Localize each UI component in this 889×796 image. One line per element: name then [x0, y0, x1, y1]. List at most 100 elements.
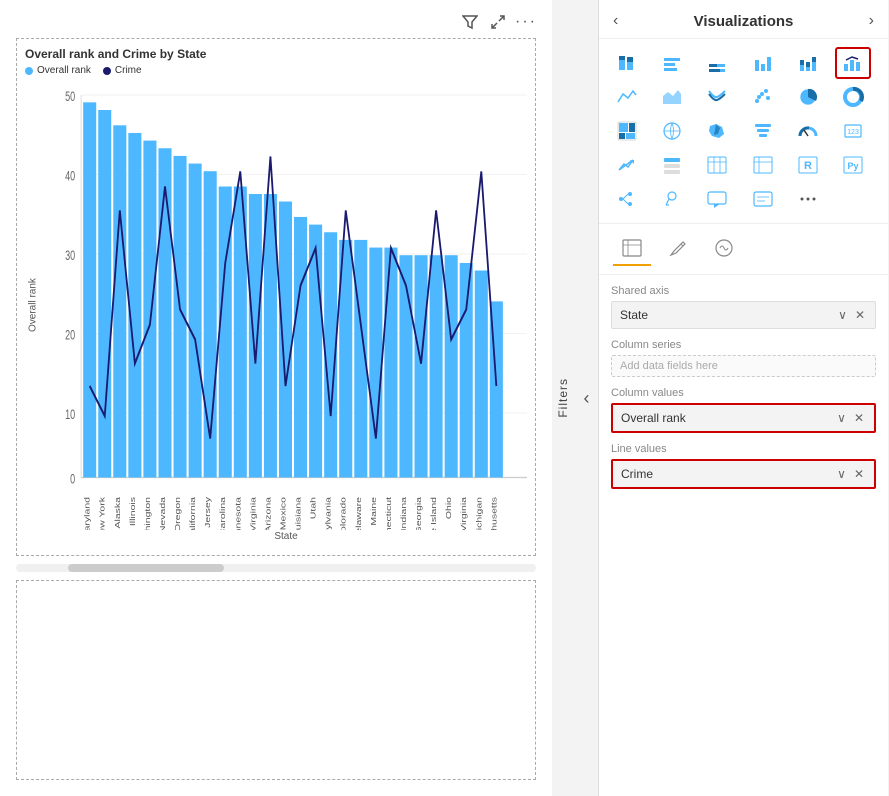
column-values-field[interactable]: Overall rank ∨ ✕	[611, 403, 876, 433]
viz-icon-r-visual[interactable]: R	[790, 149, 826, 181]
svg-text:Delaware: Delaware	[355, 497, 363, 530]
svg-text:40: 40	[65, 170, 75, 184]
tab-format[interactable]	[659, 232, 697, 266]
viz-icons-grid: 123 R Py	[599, 39, 888, 224]
expand-icon[interactable]	[488, 12, 508, 32]
svg-text:West Virginia: West Virginia	[460, 497, 468, 530]
viz-icon-filled-map[interactable]	[699, 115, 735, 147]
svg-text:South Carolina: South Carolina	[219, 497, 227, 530]
column-values-value: Overall rank	[621, 411, 686, 425]
viz-icon-area[interactable]	[654, 81, 690, 113]
x-axis-label: State	[45, 531, 527, 542]
tab-fields[interactable]	[613, 232, 651, 266]
viz-icon-stacked-column[interactable]	[790, 47, 826, 79]
line-values-chevron[interactable]: ∨	[835, 466, 848, 482]
dashed-section	[16, 580, 536, 780]
viz-icon-line[interactable]	[609, 81, 645, 113]
viz-icon-pie[interactable]	[790, 81, 826, 113]
viz-icon-combo-selected[interactable]	[835, 47, 871, 79]
viz-icon-ribbon[interactable]	[699, 81, 735, 113]
viz-icon-slicer[interactable]	[654, 149, 690, 181]
column-values-label: Column values	[611, 387, 876, 399]
chart-title: Overall rank and Crime by State	[25, 47, 527, 61]
svg-text:Rhode Island: Rhode Island	[430, 497, 438, 530]
svg-text:Massachusetts: Massachusetts	[490, 496, 498, 530]
column-values-chevron[interactable]: ∨	[835, 410, 848, 426]
viz-icon-donut[interactable]	[835, 81, 871, 113]
svg-text:Illinois: Illinois	[129, 496, 137, 526]
viz-icon-smart-narrative[interactable]	[745, 183, 781, 215]
chart-panel: ··· Overall rank and Crime by State Over…	[0, 0, 552, 796]
legend-item-overall-rank: Overall rank	[25, 65, 91, 76]
collapse-left-arrow[interactable]: ‹	[575, 0, 598, 796]
svg-text:New Jersey: New Jersey	[204, 496, 212, 530]
viz-icon-decomp-tree[interactable]	[609, 183, 645, 215]
svg-text:Georgia: Georgia	[415, 497, 423, 530]
more-options-icon[interactable]: ···	[516, 12, 536, 32]
viz-icon-treemap[interactable]	[609, 115, 645, 147]
tab-analytics[interactable]	[705, 232, 743, 266]
viz-icon-scatter[interactable]	[745, 81, 781, 113]
filters-panel: Filters	[552, 0, 575, 796]
line-values-field[interactable]: Crime ∨ ✕	[611, 459, 876, 489]
svg-text:Michigan: Michigan	[475, 497, 483, 530]
svg-text:New York: New York	[98, 496, 106, 530]
chart-svg: 50 40 30 20 10 0	[45, 80, 527, 530]
chart-inner: 50 40 30 20 10 0	[45, 80, 527, 530]
svg-text:Indiana: Indiana	[400, 497, 408, 530]
line-values-label: Line values	[611, 443, 876, 455]
bar-maryland	[83, 102, 96, 477]
svg-text:Alaska: Alaska	[114, 497, 122, 529]
svg-text:Oregon: Oregon	[174, 497, 182, 530]
svg-text:California: California	[189, 497, 197, 530]
viz-nav-left[interactable]: ‹	[613, 12, 618, 30]
viz-icon-key-influencers[interactable]	[654, 183, 690, 215]
svg-text:Louisiana: Louisiana	[294, 497, 302, 530]
viz-icon-more[interactable]	[790, 183, 826, 215]
viz-icon-stacked-bar[interactable]	[609, 47, 645, 79]
viz-fields-container: Shared axis State ∨ ✕ Column series Add …	[599, 275, 888, 796]
svg-text:Nevada: Nevada	[159, 497, 167, 530]
viz-icon-qa[interactable]	[699, 183, 735, 215]
shared-axis-chevron[interactable]: ∨	[836, 307, 849, 323]
viz-icon-bar[interactable]	[654, 47, 690, 79]
viz-icon-funnel[interactable]	[745, 115, 781, 147]
shared-axis-remove[interactable]: ✕	[853, 307, 867, 323]
svg-text:Maryland: Maryland	[83, 497, 91, 530]
column-series-placeholder[interactable]: Add data fields here	[611, 355, 876, 377]
viz-icon-python[interactable]: Py	[835, 149, 871, 181]
svg-text:50: 50	[65, 90, 75, 104]
y-axis-label: Overall rank	[25, 80, 41, 530]
legend-dot-crime	[103, 67, 111, 75]
visualizations-panel: ‹ Visualizations ›	[598, 0, 888, 796]
viz-icon-matrix[interactable]	[745, 149, 781, 181]
viz-icon-table[interactable]	[699, 149, 735, 181]
legend-label-overall-rank: Overall rank	[37, 65, 91, 76]
svg-text:Colorado: Colorado	[339, 497, 347, 530]
viz-icon-map[interactable]	[654, 115, 690, 147]
svg-text:0: 0	[70, 473, 75, 487]
chart-scrollbar-thumb[interactable]	[68, 564, 224, 572]
legend-dot-overall-rank	[25, 67, 33, 75]
filter-icon[interactable]	[460, 12, 480, 32]
viz-icon-kpi[interactable]	[609, 149, 645, 181]
viz-icon-column[interactable]	[745, 47, 781, 79]
shared-axis-value: State	[620, 308, 648, 322]
svg-text:Pennsylvania: Pennsylvania	[324, 497, 332, 530]
viz-nav-right[interactable]: ›	[869, 12, 874, 30]
shared-axis-field[interactable]: State ∨ ✕	[611, 301, 876, 329]
svg-text:20: 20	[65, 329, 75, 343]
column-values-remove[interactable]: ✕	[852, 410, 866, 426]
viz-icon-card[interactable]: 123	[835, 115, 871, 147]
line-values-remove[interactable]: ✕	[852, 466, 866, 482]
svg-text:Arizona: Arizona	[264, 497, 272, 530]
viz-icon-gauge[interactable]	[790, 115, 826, 147]
viz-icon-stacked-bar-2[interactable]	[699, 47, 735, 79]
legend-label-crime: Crime	[115, 65, 142, 76]
chart-scrollbar[interactable]	[16, 564, 536, 572]
svg-text:Ohio: Ohio	[445, 497, 453, 519]
column-values-actions: ∨ ✕	[835, 410, 866, 426]
shared-axis-label: Shared axis	[611, 285, 876, 297]
viz-panel-title: Visualizations	[694, 13, 794, 30]
shared-axis-actions: ∨ ✕	[836, 307, 867, 323]
